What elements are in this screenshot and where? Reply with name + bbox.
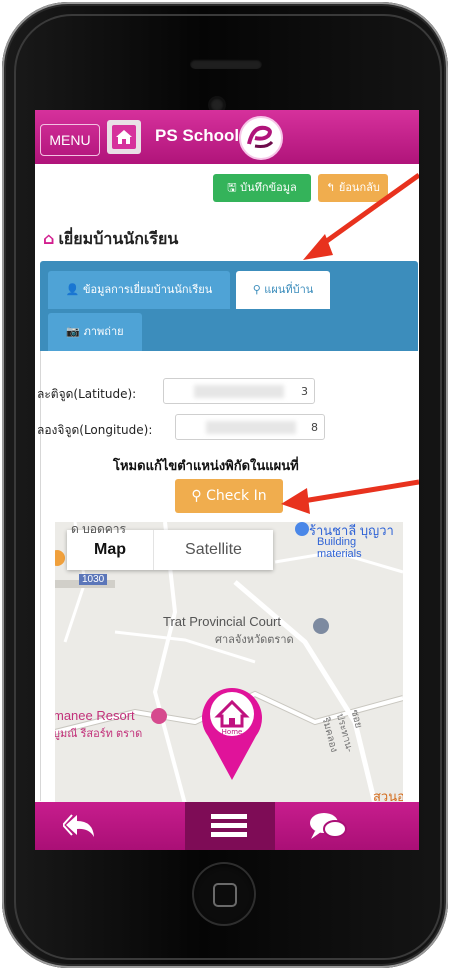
app-screen: MENU PS School 🖫 บันทึกข้อมูล ↰ ย้อนกลับ… [35, 110, 419, 850]
annotation-arrows [281, 172, 419, 514]
earpiece-speaker [190, 59, 262, 69]
phone-frame: MENU PS School 🖫 บันทึกข้อมูล ↰ ย้อนกลับ… [2, 2, 448, 968]
phone-home-button[interactable] [192, 862, 256, 926]
